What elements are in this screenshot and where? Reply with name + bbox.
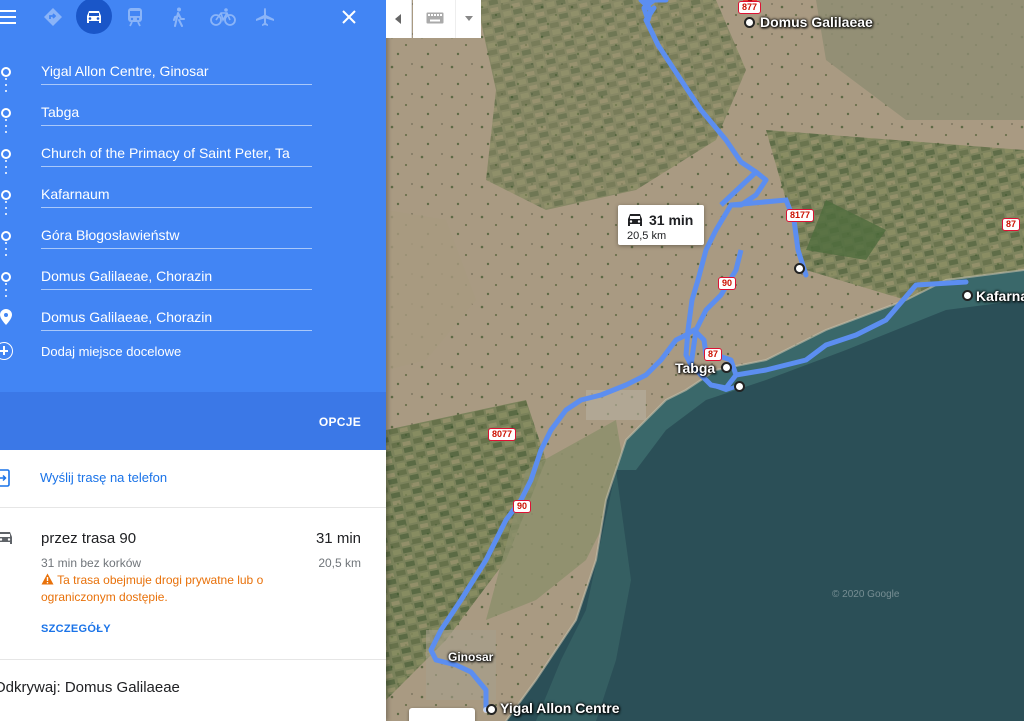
keyboard-icon [426,12,444,24]
waypoint-circle-icon [1,231,11,241]
chevron-left-icon [395,14,401,24]
waypoint-input-6[interactable]: Domus Galilaeae, Chorazin [41,268,312,290]
car-icon [628,214,642,226]
travel-mode-bar [0,0,386,34]
waypoint-input-2[interactable]: Tabga [41,104,312,126]
map-label-tabga[interactable]: Tabga [675,360,715,376]
send-to-phone-label: Wyślij trasę na telefon [40,470,168,485]
input-tools-dropdown[interactable] [455,0,481,38]
waypoint-circle-icon [1,272,11,282]
waypoint-row: Church of the Primacy of Saint Peter, Ta [0,134,386,175]
map-waypoint-dot[interactable] [486,704,497,715]
waypoint-row: Tabga [0,93,386,134]
waypoint-input-4[interactable]: Kafarnaum [41,186,312,208]
tooltip-distance: 20,5 km [627,230,667,242]
close-directions-button[interactable] [332,0,366,34]
waypoint-circle-icon [1,108,11,118]
route-duration: 31 min [315,530,361,547]
map-label-domus[interactable]: Domus Galilaeae [760,14,873,30]
map-waypoint-dot[interactable] [721,362,732,373]
add-destination-button[interactable]: Dodaj miejsce docelowe [0,342,386,364]
chevron-down-icon [465,16,473,21]
mode-driving-button[interactable] [76,0,112,34]
route-card[interactable]: przez trasa 90 31 min 31 min bez korków … [0,508,386,660]
car-icon [0,532,12,544]
add-destination-label: Dodaj miejsce docelowe [41,344,182,359]
directions-panel: Yigal Allon Centre, Ginosar Tabga Church… [0,0,386,721]
road-shield: 90 [513,500,532,513]
options-bar: OPCJE [0,392,386,450]
destination-pin-icon [0,309,12,325]
mode-flights-button[interactable] [248,0,282,34]
diamond-route-icon [44,8,62,26]
road-shield: 8177 [786,209,815,222]
waypoint-circle-icon [1,149,11,159]
map-waypoint-dot[interactable] [794,263,805,274]
collapse-panel-button[interactable] [386,0,412,38]
waypoint-circle-icon [1,190,11,200]
road-shield: 877 [738,1,762,14]
road-shield: 90 [718,277,737,290]
map-layer-toggle[interactable] [409,708,475,721]
mode-transit-button[interactable] [118,0,152,34]
mode-best-button[interactable] [36,0,70,34]
map-canvas[interactable]: 877 8177 90 87 8077 90 87 Domus Galilaea… [386,0,1024,721]
waypoint-row: Kafarnaum [0,175,386,216]
input-tools-button[interactable] [413,0,455,38]
waypoint-row: Góra Błogosławieństw [0,216,386,257]
mode-cycling-button[interactable] [206,0,240,34]
waypoint-row: Domus Galilaeae, Chorazin [0,298,386,339]
route-warning-text: Ta trasa obejmuje drogi prywatne lub o o… [41,573,264,604]
waypoint-input-3[interactable]: Church of the Primacy of Saint Peter, Ta [41,145,312,167]
tooltip-duration: 31 min [649,212,694,228]
map-waypoint-dot[interactable] [734,381,745,392]
warning-icon [41,573,54,585]
train-icon [128,8,142,27]
explore-heading: Odkrywaj: Domus Galilaeae [0,679,180,696]
options-button[interactable]: OPCJE [319,415,361,429]
map-label-yigal[interactable]: Yigal Allon Centre [500,700,620,716]
close-icon [342,10,356,24]
route-traffic-note: 31 min bez korków [41,556,142,570]
send-to-phone-row[interactable]: Wyślij trasę na telefon [0,450,386,508]
car-icon [87,11,101,23]
waypoint-row: Yigal Allon Centre, Ginosar [0,52,386,93]
map-label-ginosar[interactable]: Ginosar [448,650,493,664]
waypoint-input-1[interactable]: Yigal Allon Centre, Ginosar [41,63,312,85]
add-circle-icon [0,342,13,360]
menu-icon [0,10,16,24]
plane-icon [256,8,274,26]
waypoint-input-7[interactable]: Domus Galilaeae, Chorazin [41,309,312,331]
route-tooltip[interactable]: 31 min 20,5 km [618,205,704,245]
waypoint-input-5[interactable]: Góra Błogosławieństw [41,227,312,249]
bike-icon [210,8,236,26]
waypoint-row: Domus Galilaeae, Chorazin [0,257,386,298]
map-waypoint-dot[interactable] [744,17,755,28]
waypoint-circle-icon [1,67,11,77]
route-title: przez trasa 90 [41,530,137,547]
route-warning: Ta trasa obejmuje drogi prywatne lub o o… [41,572,301,606]
map-waypoint-dot[interactable] [962,290,973,301]
map-label-kafarnaum[interactable]: Kafarna [976,288,1024,304]
route-details-link[interactable]: SZCZEGÓŁY [41,623,111,635]
road-shield: 8077 [488,428,517,441]
road-shield: 87 [1002,218,1021,231]
route-distance: 20,5 km [318,556,361,570]
send-to-phone-icon [0,469,10,487]
mode-walking-button[interactable] [161,0,195,34]
map-copyright: © 2020 Google [832,589,900,600]
walk-icon [173,7,185,27]
menu-button[interactable] [0,0,24,34]
directions-header: Yigal Allon Centre, Ginosar Tabga Church… [0,0,386,450]
